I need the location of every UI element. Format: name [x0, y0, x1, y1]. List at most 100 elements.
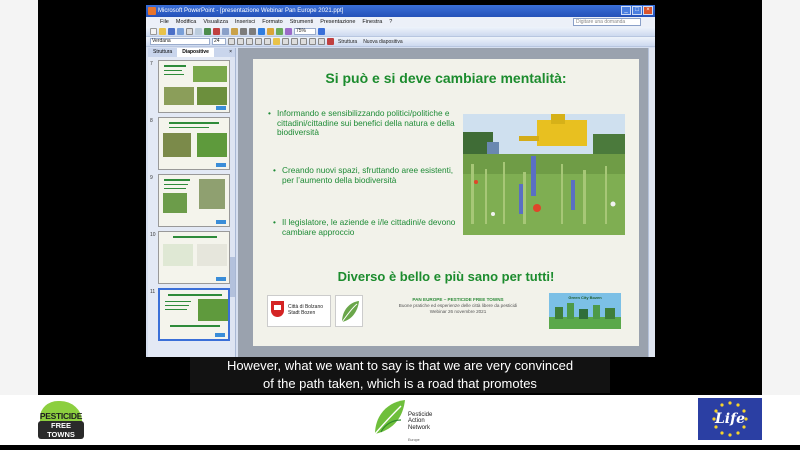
menu-help[interactable]: ? [389, 17, 392, 27]
slide-thumbnail-10[interactable]: 10 [148, 230, 236, 286]
cut-icon[interactable] [213, 28, 220, 35]
zoom-select[interactable]: 75% [294, 28, 316, 35]
pan-line-3: Network [408, 424, 431, 431]
window-titlebar: Microsoft PowerPoint - [presentazione We… [146, 5, 655, 17]
numbering-icon[interactable] [291, 38, 298, 45]
font-color-icon[interactable] [327, 38, 334, 45]
save-icon[interactable] [168, 28, 175, 35]
pft-line-2: FREE TOWNS [38, 421, 84, 439]
slide-thumbnail-7[interactable]: 7 [148, 59, 236, 115]
ask-question-input[interactable]: Digitare una domanda [573, 18, 641, 26]
footer-date: Webinar 26 novembre 2021 [429, 309, 487, 314]
slide-number: 11 [150, 289, 156, 295]
picture-icon[interactable] [276, 28, 283, 35]
help-icon[interactable] [318, 28, 325, 35]
decrease-font-icon[interactable] [318, 38, 325, 45]
paste-icon[interactable] [231, 28, 238, 35]
font-name-select[interactable]: Verdana [150, 38, 210, 45]
increase-font-icon[interactable] [309, 38, 316, 45]
maximize-button[interactable]: □ [632, 6, 642, 15]
color-icon[interactable] [285, 28, 292, 35]
menu-strumenti[interactable]: Strumenti [290, 17, 314, 27]
bottom-border [0, 445, 800, 450]
leaf-logo [335, 295, 363, 327]
print-icon[interactable] [186, 28, 193, 35]
slide-number: 7 [150, 61, 153, 67]
formatting-toolbar: Verdana 24 Struttura Nuova diapositiva [146, 37, 655, 47]
copy-icon[interactable] [222, 28, 229, 35]
font-size-select[interactable]: 24 [212, 38, 226, 45]
thumbnail [158, 174, 230, 227]
slide-thumbnail-9[interactable]: 9 [148, 173, 236, 229]
bold-icon[interactable] [228, 38, 235, 45]
new-icon[interactable] [150, 28, 157, 35]
frame-left-border [0, 0, 38, 395]
slide-number: 9 [150, 175, 153, 181]
editor-scrollbar[interactable] [648, 48, 655, 357]
italic-icon[interactable] [237, 38, 244, 45]
tab-slides[interactable]: Diapositive [177, 48, 214, 57]
wildflower-meadow-photo [463, 114, 625, 235]
align-center-icon[interactable] [273, 38, 280, 45]
menu-modifica[interactable]: Modifica [176, 17, 196, 27]
close-button[interactable]: × [643, 6, 653, 15]
pan-leaf-icon [374, 400, 405, 435]
thumbnail-selected [158, 288, 230, 341]
subtitles: However, what we want to say is that we … [190, 357, 610, 393]
pan-europe-logo: Pesticide Action Network Europe [371, 398, 441, 442]
align-right-icon[interactable] [282, 38, 289, 45]
window-title: Microsoft PowerPoint - [presentazione We… [158, 8, 344, 14]
eu-life-logo: Life [698, 398, 762, 440]
menu-finestra[interactable]: Finestra [362, 17, 382, 27]
window-controls: _ □ × [621, 6, 653, 15]
align-left-icon[interactable] [264, 38, 271, 45]
subtitle-line-1: However, what we want to say is that we … [226, 358, 574, 373]
minimize-button[interactable]: _ [621, 6, 631, 15]
thumbnail [158, 231, 230, 284]
powerpoint-window: Microsoft PowerPoint - [presentazione We… [146, 5, 655, 357]
slide-thumbnail-11[interactable]: 11 [148, 287, 236, 343]
life-wordmark: Life [714, 411, 746, 427]
pft-line-1: PESTICIDE [39, 411, 83, 421]
undo-icon[interactable] [240, 28, 247, 35]
green-city-bozen-logo: Green City Bozen [549, 293, 621, 329]
bullet-3: Il legislatore, le aziende e i/le cittad… [273, 217, 462, 237]
tab-outline[interactable]: Struttura [148, 48, 177, 57]
powerpoint-icon [148, 7, 156, 15]
frame-right-border [762, 0, 800, 395]
bullet-2: Creando nuovi spazi, sfruttando aree esi… [273, 165, 462, 185]
slide-slogan: Diverso è bello e più sano per tutti! [337, 269, 555, 284]
table-icon[interactable] [267, 28, 274, 35]
standard-toolbar: 75% [146, 27, 655, 37]
current-slide[interactable]: Si può e si deve cambiare mentalità: Inf… [253, 59, 639, 346]
underline-icon[interactable] [246, 38, 253, 45]
pesticide-free-towns-logo: PESTICIDE FREE TOWNS [38, 401, 84, 441]
slide-thumbnail-8[interactable]: 8 [148, 116, 236, 172]
redo-icon[interactable] [249, 28, 256, 35]
preview-icon[interactable] [195, 28, 202, 35]
menu-presentazione[interactable]: Presentazione [320, 17, 355, 27]
shadow-icon[interactable] [255, 38, 262, 45]
scroll-thumb[interactable] [230, 257, 235, 297]
video-frame: Microsoft PowerPoint - [presentazione We… [0, 0, 800, 450]
close-panel-icon[interactable]: × [226, 48, 235, 57]
menu-formato[interactable]: Formato [262, 17, 282, 27]
slide-editor: Si può e si deve cambiare mentalità: Inf… [238, 48, 655, 357]
permission-icon[interactable] [177, 28, 184, 35]
bolzano-shield-icon [271, 301, 284, 317]
slide-footer: PAN EUROPE – PESTICIDE FREE TOWNS Buone … [373, 297, 543, 315]
panel-scrollbar[interactable] [230, 57, 235, 357]
slide-number: 10 [150, 232, 156, 238]
slides-panel: Struttura Diapositive × 7 8 9 10 11 [148, 48, 236, 357]
bullets-icon[interactable] [300, 38, 307, 45]
menu-inserisci[interactable]: Inserisci [235, 17, 255, 27]
new-slide-button[interactable]: Nuova diapositiva [363, 39, 402, 45]
sponsor-logo-bar: PESTICIDE FREE TOWNS Pesticide Action Ne… [0, 395, 800, 445]
open-icon[interactable] [159, 28, 166, 35]
spelling-icon[interactable] [204, 28, 211, 35]
menu-visualizza[interactable]: Visualizza [203, 17, 228, 27]
design-button[interactable]: Struttura [338, 39, 357, 45]
menu-file[interactable]: File [160, 17, 169, 27]
pan-region: Europe [408, 438, 420, 442]
chart-icon[interactable] [258, 28, 265, 35]
